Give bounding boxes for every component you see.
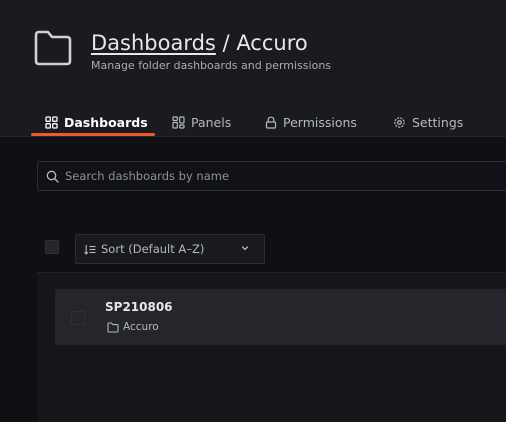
dashboard-row-checkbox[interactable] xyxy=(71,311,85,325)
dashboard-folder-label: Accuro xyxy=(123,321,159,333)
breadcrumb-separator: / xyxy=(215,31,237,55)
tab-dashboards-label: Dashboards xyxy=(64,115,148,130)
tab-settings[interactable]: Settings xyxy=(393,108,463,137)
select-all-checkbox[interactable] xyxy=(45,240,59,254)
page-title: Dashboards / Accuro xyxy=(91,31,308,55)
search-box[interactable] xyxy=(37,161,506,191)
breadcrumb-dashboards-link[interactable]: Dashboards xyxy=(91,31,216,55)
sort-label: Sort (Default A–Z) xyxy=(101,242,205,256)
dashboard-folder: Accuro xyxy=(107,321,159,333)
page-subtitle: Manage folder dashboards and permissions xyxy=(91,59,332,72)
dashboard-row[interactable]: SP210806 Accuro xyxy=(55,289,506,345)
sort-select[interactable]: Sort (Default A–Z) xyxy=(75,234,265,264)
gear-icon xyxy=(394,117,405,128)
tab-permissions-label: Permissions xyxy=(283,115,357,130)
apps-icon xyxy=(45,116,58,129)
tab-settings-label: Settings xyxy=(412,115,464,130)
dashboard-title[interactable]: SP210806 xyxy=(105,300,173,314)
panels-icon xyxy=(172,116,185,129)
lock-icon xyxy=(265,116,277,129)
tab-panels-label: Panels xyxy=(191,115,232,130)
search-input[interactable] xyxy=(65,169,485,183)
breadcrumb-folder-name: Accuro xyxy=(236,31,308,55)
tab-permissions[interactable]: Permissions xyxy=(265,108,357,137)
chevron-down-icon xyxy=(241,246,249,251)
search-icon xyxy=(46,170,59,183)
tab-panels[interactable]: Panels xyxy=(172,108,231,137)
sort-icon xyxy=(84,244,96,255)
folder-icon xyxy=(107,321,119,333)
folder-icon xyxy=(34,30,72,66)
page-header: Dashboards / Accuro Manage folder dashbo… xyxy=(0,0,506,137)
active-tab-indicator xyxy=(31,133,155,136)
